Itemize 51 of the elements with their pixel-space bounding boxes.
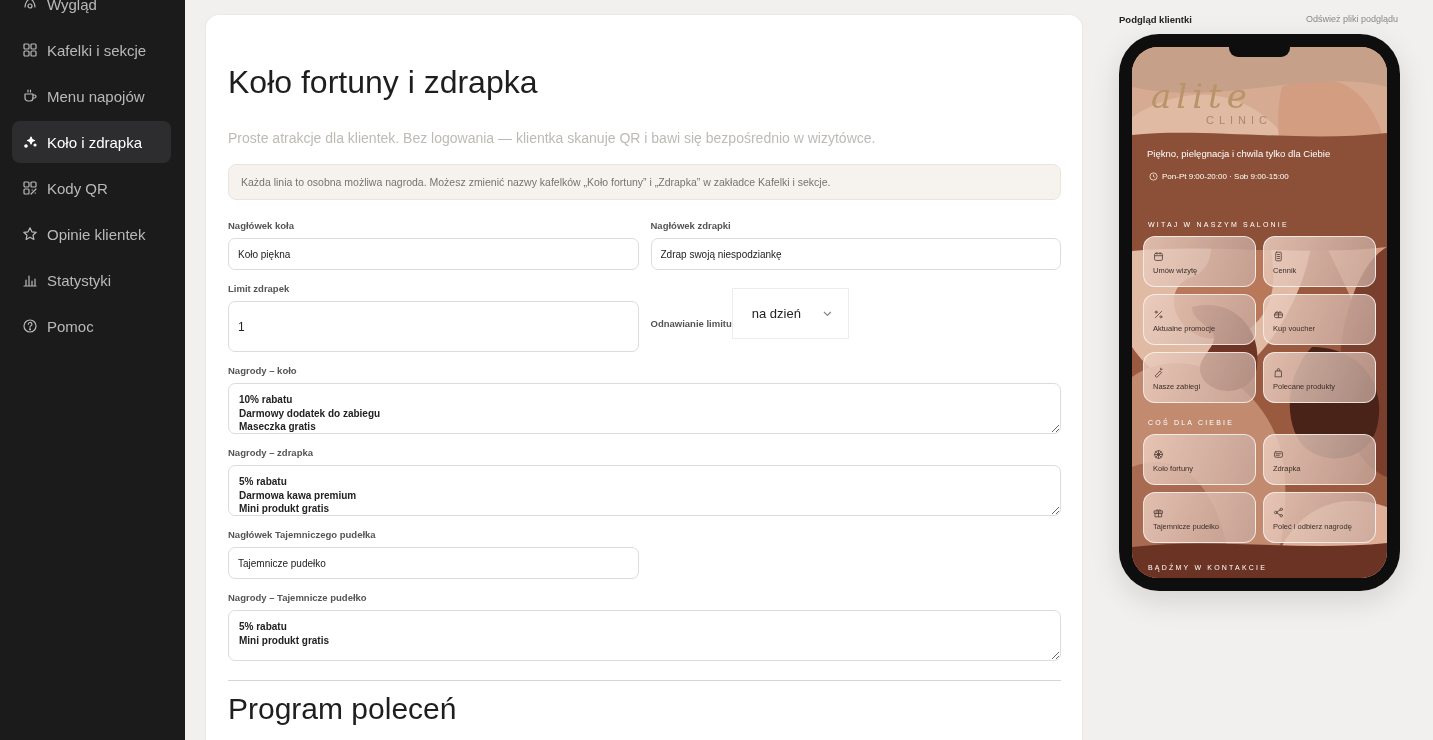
calendar-icon	[1153, 251, 1164, 262]
field-label: Nagrody – zdrapka	[228, 446, 313, 459]
section-title: Program poleceń	[228, 691, 458, 727]
receipt-icon	[1273, 251, 1284, 262]
gift-icon	[1153, 507, 1164, 518]
percent-icon	[1153, 309, 1164, 320]
chevron-down-icon	[822, 310, 832, 317]
text-area[interactable]: 5% rabatu Mini produkt gratis	[228, 610, 1061, 661]
sidebar-item[interactable]: Opinie klientek	[12, 213, 171, 255]
field-label: Limit zdrapek	[228, 282, 290, 295]
field-label: Nagrody – koło	[228, 364, 297, 377]
cup-icon	[22, 88, 38, 104]
select-field[interactable]: na dzień	[731, 288, 849, 339]
clock-icon	[1149, 172, 1158, 181]
sidebar-item[interactable]: Kody QR	[12, 167, 171, 209]
logo: alite	[1151, 79, 1252, 113]
logo-subtitle: CLINIC	[1206, 113, 1273, 127]
tagline: Piękno, pielęgnacja i chwila tylko dla Ciebie	[1147, 148, 1331, 159]
card-icon	[1273, 449, 1284, 460]
field-label: Odnawianie limitu	[650, 316, 732, 330]
sidebar-item[interactable]: Koło i zdrapka	[12, 121, 171, 163]
star-icon	[22, 226, 38, 242]
sidebar-item[interactable]: Statystyki	[12, 259, 171, 301]
page-title: Koło fortuny i zdrapka	[228, 63, 539, 102]
opening-hours: Pon-Pt 9:00-20:00 · Sob 9:00-15:00	[1162, 172, 1289, 181]
wand-icon	[1153, 367, 1164, 378]
text-area[interactable]: 10% rabatu Darmowy dodatek do zabiegu Maseczka gratis	[228, 383, 1061, 434]
sparkle-icon	[22, 134, 38, 150]
field-label: Nagłówek Tajemniczego pudełka	[228, 528, 376, 541]
grid-icon	[22, 42, 38, 58]
input-field[interactable]: Tajemnicze pudełko	[228, 547, 639, 579]
text-area[interactable]: 5% rabatu Darmowa kawa premium Mini produkt gratis	[228, 465, 1061, 516]
share-icon	[1273, 507, 1284, 518]
field-label: Nagłówek zdrapki	[650, 219, 731, 232]
page-description: Proste atrakcje dla klientek. Bez logowania — klientka skanuje QR i bawi się bezpośrednio w wizytówce.	[228, 129, 877, 147]
bag-icon	[1273, 367, 1284, 378]
number-field[interactable]: 1	[228, 301, 639, 352]
sidebar-item[interactable]: Kafelki i sekcje	[12, 29, 171, 71]
field-label: Nagrody – Tajemnicze pudełko	[228, 591, 367, 604]
input-field[interactable]: Koło piękna	[228, 238, 639, 270]
sidebar-item[interactable]: Menu napojów	[12, 75, 171, 117]
info-notice: Każda linia to osobna możliwa nagroda. Możesz zmienić nazwy kafelków „Koło fortuny” i „Zdrapka” w zakładce Kafelki i sekcje.	[228, 164, 1061, 200]
qr-code-icon	[22, 180, 38, 196]
preview-title: Podgląd klientki	[1119, 13, 1192, 25]
gift-card-icon	[1273, 309, 1284, 320]
phone-notch	[1229, 47, 1290, 57]
help-icon	[22, 318, 38, 334]
input-field[interactable]: Zdrap swoją niespodziankę	[650, 238, 1061, 270]
field-label: Nagłówek koła	[228, 219, 294, 232]
sidebar-item[interactable]: Pomoc	[12, 305, 171, 347]
wheel-icon	[1153, 449, 1164, 460]
